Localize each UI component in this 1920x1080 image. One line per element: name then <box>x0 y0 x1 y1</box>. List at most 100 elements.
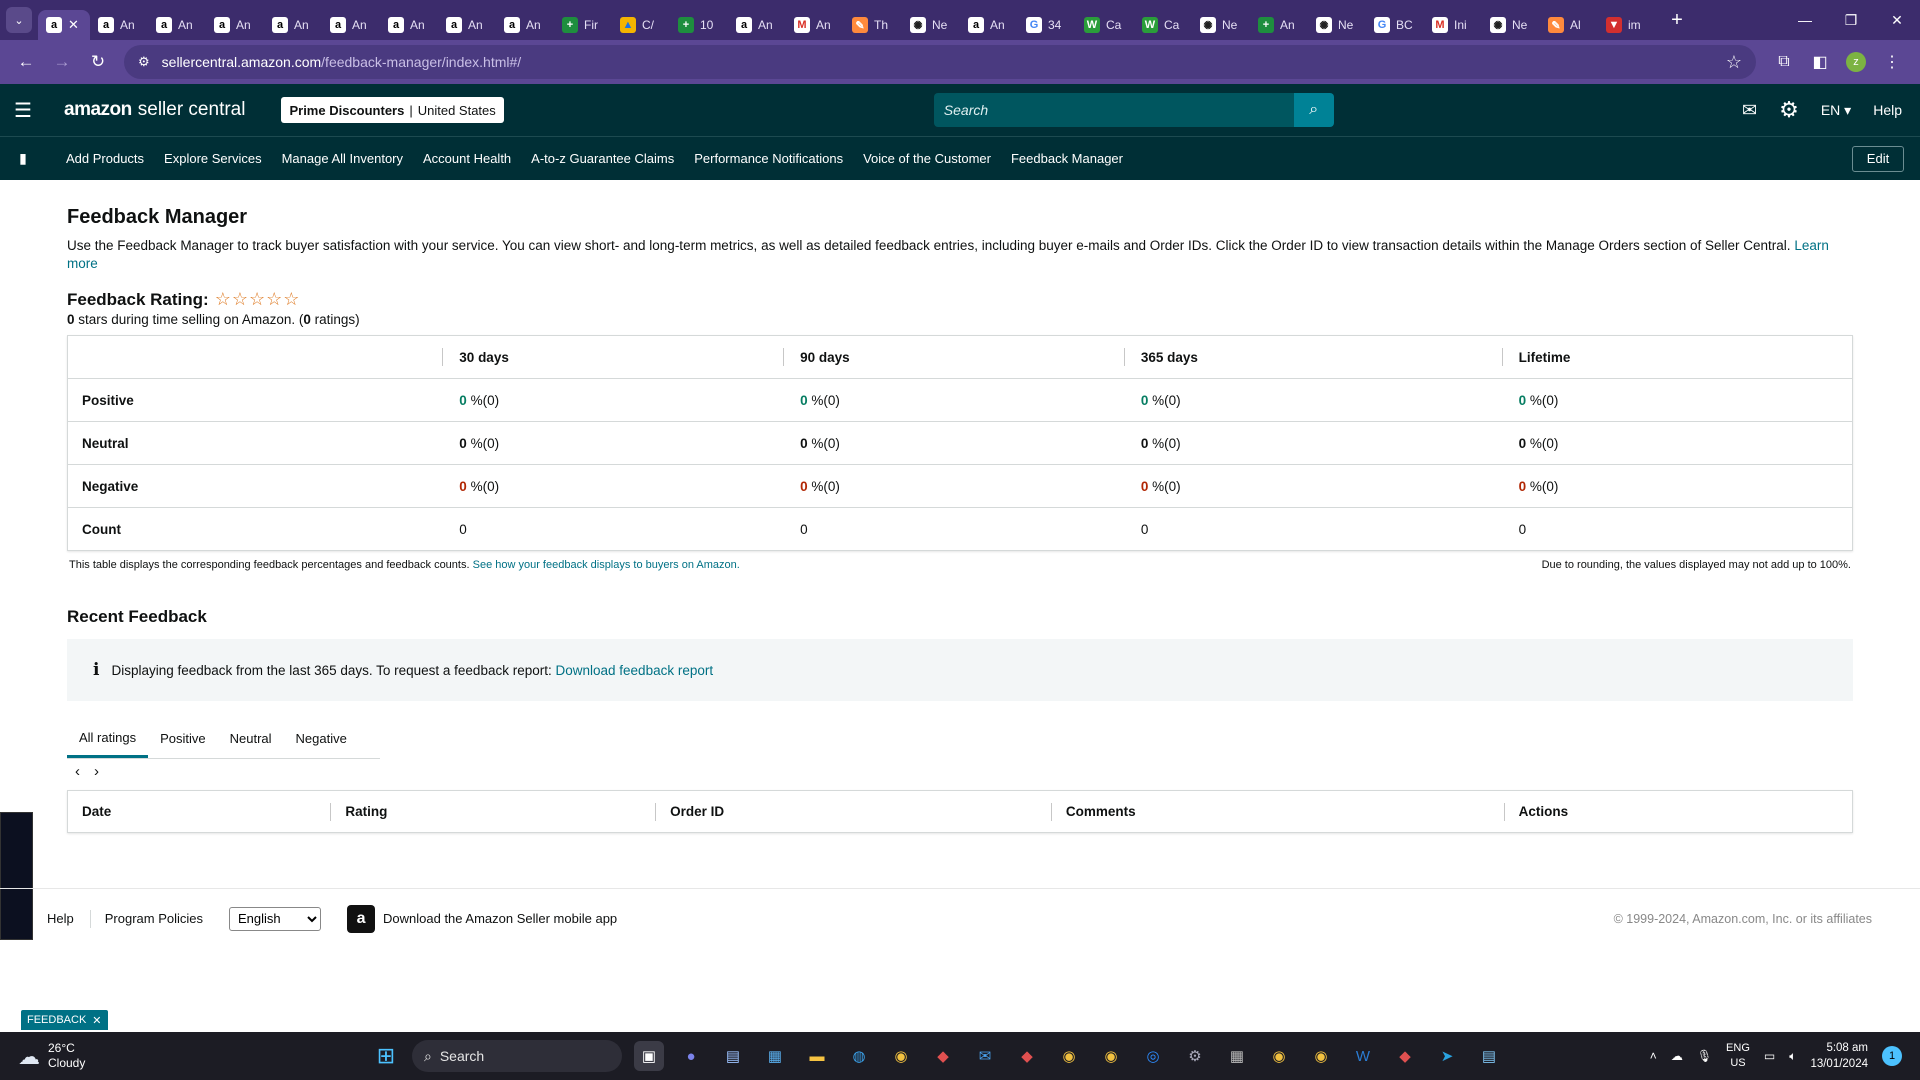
teams-icon[interactable]: ● <box>676 1041 706 1071</box>
browser-tab[interactable]: + An <box>1250 10 1308 40</box>
notepad-icon[interactable]: ▤ <box>1474 1041 1504 1071</box>
browser-tab[interactable]: a An <box>322 10 380 40</box>
download-report-link[interactable]: Download feedback report <box>556 663 714 678</box>
hamburger-menu-icon[interactable]: ☰ <box>0 84 46 136</box>
seller-central-logo[interactable]: amazon seller central <box>64 99 245 121</box>
windows-start-icon[interactable]: ⊞ <box>372 1042 400 1070</box>
browser-tab[interactable]: M Ini <box>1424 10 1482 40</box>
browser-tab[interactable]: ✺ Ne <box>1482 10 1540 40</box>
bookmark-icon[interactable]: ▮ <box>0 150 46 167</box>
close-window-icon[interactable]: ✕ <box>1874 0 1920 40</box>
nav-link[interactable]: Manage All Inventory <box>282 151 403 166</box>
browser-tab[interactable]: + Fir <box>554 10 612 40</box>
rating-filter-tab[interactable]: Positive <box>148 719 218 758</box>
browser-tab[interactable]: a ✕ <box>38 10 90 40</box>
browser-tab[interactable]: a An <box>148 10 206 40</box>
settings-gear-icon[interactable]: ⚙ <box>1779 97 1799 123</box>
browser-tab[interactable]: a An <box>90 10 148 40</box>
reload-icon[interactable]: ↻ <box>82 46 114 78</box>
clock[interactable]: 5:08 am 13/01/2024 <box>1810 1040 1868 1072</box>
side-panel-icon[interactable]: ◧ <box>1802 44 1838 80</box>
nav-link[interactable]: Explore Services <box>164 151 262 166</box>
taskbar-search[interactable]: ⌕ Search <box>412 1040 622 1072</box>
browser-tab[interactable]: W Ca <box>1076 10 1134 40</box>
nav-link[interactable]: Account Health <box>423 151 511 166</box>
minimize-icon[interactable]: — <box>1782 0 1828 40</box>
browser-tab[interactable]: ✎ Th <box>844 10 902 40</box>
prev-page-icon[interactable]: ‹ <box>75 763 80 780</box>
browser-tab[interactable]: ▲ C/ <box>612 10 670 40</box>
nav-link[interactable]: Feedback Manager <box>1011 151 1123 166</box>
app-icon[interactable]: ◆ <box>1390 1041 1420 1071</box>
rating-filter-tab[interactable]: Negative <box>284 719 359 758</box>
footer-help-link[interactable]: Help <box>47 909 91 928</box>
app-icon[interactable]: ◆ <box>1012 1041 1042 1071</box>
feedback-pill[interactable]: FEEDBACK ✕ <box>21 1010 108 1030</box>
new-tab-button[interactable]: + <box>1664 9 1690 32</box>
browser-tab[interactable]: W Ca <box>1134 10 1192 40</box>
browser-tab[interactable]: M An <box>786 10 844 40</box>
browser-tab[interactable]: ▼ im <box>1598 10 1656 40</box>
browser-tab[interactable]: a An <box>960 10 1018 40</box>
browser-tab[interactable]: a An <box>728 10 786 40</box>
browser-tab[interactable]: +10 <box>670 10 728 40</box>
notifications-badge[interactable]: 1 <box>1882 1046 1902 1066</box>
file-explorer-icon[interactable]: ▬ <box>802 1041 832 1071</box>
nav-link[interactable]: A-to-z Guarantee Claims <box>531 151 674 166</box>
edit-nav-button[interactable]: Edit <box>1852 145 1904 172</box>
seller-app-promo[interactable]: a Download the Amazon Seller mobile app <box>347 904 617 933</box>
chrome-icon[interactable]: ◉ <box>886 1041 916 1071</box>
chrome-icon[interactable]: ◉ <box>1096 1041 1126 1071</box>
footer-language-select[interactable]: English <box>229 906 322 931</box>
search-input[interactable] <box>933 93 1294 127</box>
browser-tab[interactable]: a An <box>264 10 322 40</box>
browser-tab[interactable]: G 34 <box>1018 10 1076 40</box>
word-icon[interactable]: W <box>1348 1041 1378 1071</box>
back-icon[interactable]: ← <box>10 46 42 78</box>
browser-tab[interactable]: ✺ Ne <box>902 10 960 40</box>
language-selector[interactable]: EN ▾ <box>1821 102 1851 119</box>
network-icon[interactable]: ▭ <box>1764 1049 1775 1063</box>
store-icon[interactable]: ▦ <box>760 1041 790 1071</box>
profile-button[interactable]: z <box>1838 44 1874 80</box>
tray-overflow-icon[interactable]: ˄ <box>1650 1049 1657 1063</box>
browser-tab[interactable]: a An <box>438 10 496 40</box>
feedback-display-link[interactable]: See how your feedback displays to buyers… <box>473 559 740 571</box>
feedback-close-icon[interactable]: ✕ <box>92 1014 101 1027</box>
onedrive-icon[interactable]: ☁ <box>1671 1049 1683 1063</box>
edge-icon[interactable]: ◍ <box>844 1041 874 1071</box>
telegram-icon[interactable]: ➤ <box>1432 1041 1462 1071</box>
help-link[interactable]: Help <box>1873 102 1902 118</box>
browser-menu-icon[interactable]: ⋮ <box>1874 44 1910 80</box>
forward-icon[interactable]: → <box>46 46 78 78</box>
mail-icon[interactable]: ✉ <box>970 1041 1000 1071</box>
restore-icon[interactable]: ❐ <box>1828 0 1874 40</box>
volume-icon[interactable]: 🔈︎ <box>1789 1049 1796 1064</box>
rating-filter-tab[interactable]: Neutral <box>218 719 284 758</box>
browser-tab[interactable]: ✎ Al <box>1540 10 1598 40</box>
browser-tab[interactable]: ✺ Ne <box>1308 10 1366 40</box>
browser-tab[interactable]: ✺ Ne <box>1192 10 1250 40</box>
messages-icon[interactable]: ✉ <box>1742 100 1757 121</box>
site-info-icon[interactable]: ⚙ <box>138 54 150 70</box>
tab-search-icon[interactable]: ⌄ <box>6 7 32 33</box>
search-button[interactable]: ⌕ <box>1293 93 1334 127</box>
calculator-icon[interactable]: ▦ <box>1222 1041 1252 1071</box>
rating-filter-tab[interactable]: All ratings <box>67 719 149 758</box>
nav-link[interactable]: Performance Notifications <box>694 151 843 166</box>
browser-tab[interactable]: a An <box>496 10 554 40</box>
browser-tab[interactable]: a An <box>206 10 264 40</box>
chrome-icon[interactable]: ◉ <box>1306 1041 1336 1071</box>
task-view-icon[interactable]: ▣ <box>634 1041 664 1071</box>
program-policies-link[interactable]: Program Policies <box>105 910 219 928</box>
weather-widget[interactable]: ☁ 26°C Cloudy <box>18 1041 85 1071</box>
account-switcher[interactable]: Prime Discounters | United States <box>281 97 504 123</box>
app-icon[interactable]: ▤ <box>718 1041 748 1071</box>
bookmark-star-icon[interactable]: ☆ <box>1726 52 1742 73</box>
browser-tab[interactable]: a An <box>380 10 438 40</box>
settings-icon[interactable]: ⚙ <box>1180 1041 1210 1071</box>
microphone-icon[interactable]: 🎙︎ <box>1697 1049 1712 1063</box>
app-icon[interactable]: ◆ <box>928 1041 958 1071</box>
next-page-icon[interactable]: › <box>94 763 99 780</box>
nav-link[interactable]: Add Products <box>66 151 144 166</box>
